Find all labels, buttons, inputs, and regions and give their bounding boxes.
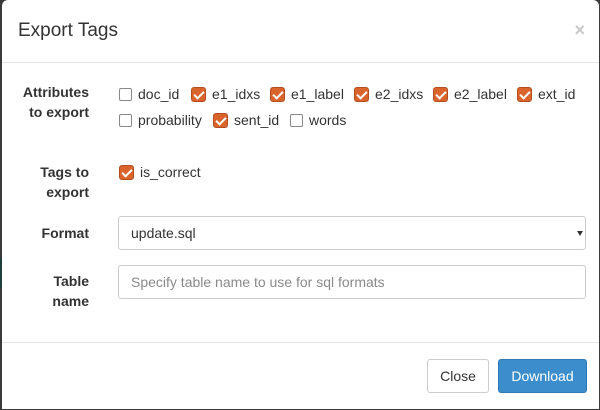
checkbox-doc-id[interactable]: doc_id [119,85,179,103]
modal-header: Export Tags × [2,0,599,63]
checkbox-box[interactable] [191,86,206,102]
checkbox-probability[interactable]: probability [119,111,202,129]
export-tags-modal: Export Tags × Attributes to export doc_i… [2,0,599,409]
checkbox-label: is_correct [140,164,201,180]
checkbox-e1-label[interactable]: e1_label [270,85,344,103]
checkbox-box[interactable] [433,86,448,102]
checkbox-e1-idxs[interactable]: e1_idxs [191,85,260,103]
checkbox-box[interactable] [270,86,285,102]
checkbox-ext-id[interactable]: ext_id [517,85,575,103]
table-name-input[interactable] [118,265,586,299]
checkbox-label: ext_id [538,86,576,102]
checkbox-label: probability [138,112,202,128]
checkbox-box[interactable] [119,164,134,180]
format-select[interactable]: update.sql [118,216,586,250]
checkbox-label: e1_label [291,86,344,102]
checkbox-box[interactable] [119,113,132,127]
format-selected-value: update.sql [131,225,196,241]
checkbox-label: e2_label [454,86,507,102]
checkbox-sent-id[interactable]: sent_id [213,111,279,129]
tags-label: Tags to export [40,164,89,200]
checkbox-words[interactable]: words [290,111,346,129]
checkbox-e2-idxs[interactable]: e2_idxs [354,85,423,103]
checkbox-label: e1_idxs [212,86,261,102]
dropdown-arrow-icon[interactable] [577,231,583,236]
checkbox-label: e2_idxs [375,86,424,102]
checkbox-label: doc_id [138,86,180,102]
checkbox-e2-label[interactable]: e2_label [433,85,507,103]
attributes-label: Attributes to export [22,84,89,120]
checkbox-box[interactable] [213,112,228,128]
checkbox-box[interactable] [290,113,303,127]
close-icon[interactable]: × [574,20,585,40]
checkbox-box[interactable] [354,86,369,102]
checkbox-box[interactable] [517,86,532,102]
checkbox-box[interactable] [119,87,132,101]
checkbox-is-correct[interactable]: is_correct [119,163,201,181]
format-label: Format [41,225,89,241]
table-name-label: Table name [52,273,89,309]
checkbox-label: sent_id [234,112,280,128]
modal-title: Export Tags [18,20,118,41]
close-button[interactable]: Close [427,359,489,393]
checkbox-label: words [309,112,347,128]
download-button[interactable]: Download [498,359,587,393]
